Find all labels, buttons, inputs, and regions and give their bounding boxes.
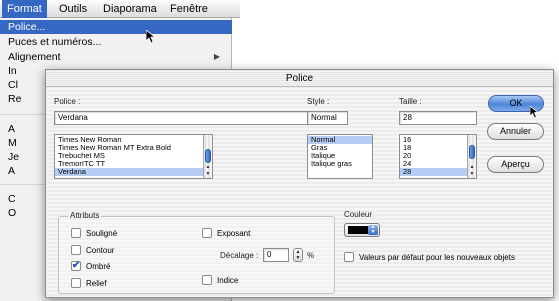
size-list-option[interactable]: 24 — [400, 160, 476, 168]
menu-item-police[interactable]: Police... — [0, 20, 232, 34]
checkmark-icon: ✔ — [71, 260, 81, 271]
font-list-scrollbar[interactable]: ▲ ▼ — [203, 135, 212, 178]
scroll-thumb[interactable] — [205, 149, 211, 163]
outline-checkbox[interactable]: Contour — [71, 245, 114, 255]
dialog-title: Police — [46, 70, 553, 87]
mouse-pointer-icon — [530, 106, 539, 119]
subscript-checkbox[interactable]: Indice — [202, 275, 238, 285]
offset-stepper[interactable]: ▲ ▼ — [293, 248, 303, 262]
menu-item-alignement[interactable]: Alignement ▶ — [0, 50, 232, 64]
size-list-option[interactable]: 18 — [400, 144, 476, 152]
font-list-option[interactable]: Times New Roman — [55, 136, 212, 144]
font-list-option[interactable]: Trebuchet MS — [55, 152, 212, 160]
scroll-thumb[interactable] — [469, 145, 475, 159]
menu-item-alignement-label: Alignement — [8, 51, 61, 63]
emboss-label: Relief — [86, 278, 107, 288]
scroll-up-icon[interactable]: ▲ — [468, 164, 476, 171]
cancel-button[interactable]: Annuler — [487, 123, 544, 140]
preview-button[interactable]: Aperçu — [487, 156, 544, 173]
offset-label: Décalage : — [220, 251, 259, 260]
offset-unit: % — [307, 251, 315, 260]
font-field[interactable]: Verdana — [54, 111, 338, 125]
mouse-pointer-icon — [146, 30, 156, 44]
font-label: Police : — [54, 97, 81, 106]
size-field[interactable]: 28 — [399, 111, 477, 125]
superscript-checkbox[interactable]: Exposant — [202, 228, 250, 238]
attributes-label: Attributs — [68, 211, 102, 220]
underline-label: Souligné — [86, 228, 118, 238]
style-list[interactable]: Normal Gras Italique Italique gras — [307, 134, 373, 179]
submenu-arrow-icon: ▶ — [213, 52, 220, 61]
style-list-option[interactable]: Normal — [308, 136, 372, 144]
checkbox-box[interactable]: ✔ — [71, 261, 81, 271]
subscript-label: Indice — [217, 275, 239, 285]
superscript-label: Exposant — [217, 228, 251, 238]
style-list-option[interactable]: Italique gras — [308, 160, 372, 168]
style-list-option[interactable]: Gras — [308, 144, 372, 152]
size-list[interactable]: 16 18 20 24 28 ▲ ▼ — [399, 134, 477, 179]
checkbox-box[interactable] — [344, 252, 354, 262]
checkbox-box[interactable] — [202, 228, 212, 238]
size-label: Taille : — [399, 97, 422, 106]
color-swatch — [348, 226, 368, 234]
color-popup[interactable]: ▲ ▼ — [344, 223, 380, 237]
size-list-option[interactable]: 20 — [400, 152, 476, 160]
color-label: Couleur — [344, 210, 373, 219]
font-list-option[interactable]: Verdana — [55, 168, 212, 176]
style-label: Style : — [307, 97, 330, 106]
size-list-option[interactable]: 28 — [400, 168, 476, 176]
emboss-checkbox[interactable]: Relief — [71, 278, 106, 288]
font-list-option[interactable]: Times New Roman MT Extra Bold — [55, 144, 212, 152]
scroll-down-icon[interactable]: ▼ — [204, 171, 212, 178]
underline-checkbox[interactable]: Souligné — [71, 228, 117, 238]
offset-field[interactable]: 0 — [263, 248, 289, 262]
menu-bar: Format Outils Diaporama Fenêtre — [0, 0, 240, 18]
checkbox-box[interactable] — [71, 278, 81, 288]
popup-arrows-icon: ▲ ▼ — [368, 225, 378, 235]
style-list-option[interactable]: Italique — [308, 152, 372, 160]
size-list-option[interactable]: 16 — [400, 136, 476, 144]
menu-format[interactable]: Format — [2, 0, 47, 18]
outline-label: Contour — [86, 245, 115, 255]
scroll-up-icon[interactable]: ▲ — [204, 164, 212, 171]
font-list-option[interactable]: TremorITC TT — [55, 160, 212, 168]
default-values-checkbox[interactable]: Valeurs par défaut pour les nouveaux obj… — [344, 252, 515, 262]
default-values-label: Valeurs par défaut pour les nouveaux obj… — [359, 252, 515, 262]
font-dialog: Police Police : Verdana Times New Roman T… — [45, 69, 554, 298]
size-list-scrollbar[interactable]: ▲ ▼ — [467, 135, 476, 178]
menu-item-puces[interactable]: Puces et numéros... — [0, 35, 232, 49]
checkbox-box[interactable] — [71, 228, 81, 238]
style-field[interactable]: Normal — [307, 111, 348, 125]
scroll-down-icon[interactable]: ▼ — [468, 171, 476, 178]
menu-outils[interactable]: Outils — [54, 0, 92, 18]
shadow-label: Ombré — [86, 261, 111, 271]
menu-fenetre[interactable]: Fenêtre — [165, 0, 213, 18]
shadow-checkbox[interactable]: ✔ Ombré — [71, 261, 110, 271]
checkbox-box[interactable] — [202, 275, 212, 285]
font-list[interactable]: Times New Roman Times New Roman MT Extra … — [54, 134, 213, 179]
checkbox-box[interactable] — [71, 245, 81, 255]
menu-diaporama[interactable]: Diaporama — [98, 0, 162, 18]
